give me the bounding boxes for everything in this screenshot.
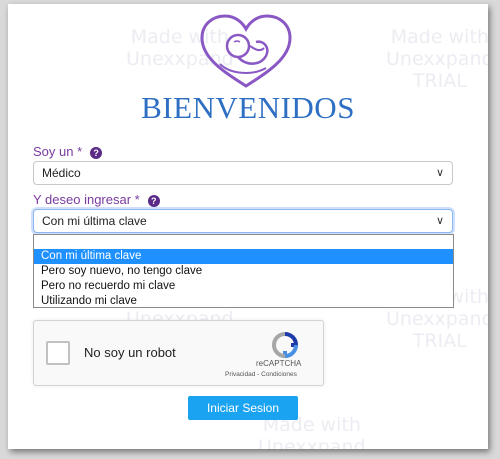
- dropdown-option[interactable]: Utilizando mi clave: [34, 294, 453, 309]
- recaptcha-logo-icon: [271, 332, 299, 359]
- recaptcha-widget: No soy un robot reCAPTCHA Privacidad - C…: [33, 320, 324, 386]
- help-icon[interactable]: ?: [147, 194, 160, 207]
- access-dropdown-list: Con mi última clave Pero soy nuevo, no t…: [33, 234, 454, 308]
- role-label: Soy un *?: [33, 144, 103, 159]
- login-window: Made with Unexxpand Made with Unexxpand TRI…: [8, 4, 488, 449]
- page-title: BIENVENIDOS: [141, 90, 355, 125]
- baby-heart-logo-icon: [200, 14, 292, 88]
- dropdown-option[interactable]: Pero no recuerdo mi clave: [34, 279, 453, 294]
- dropdown-blank-row: [34, 235, 453, 249]
- access-label: Y deseo ingresar *?: [33, 192, 160, 207]
- dropdown-option[interactable]: Pero soy nuevo, no tengo clave: [34, 264, 453, 279]
- login-button[interactable]: Iniciar Sesion: [188, 396, 298, 420]
- watermark: Made withUnexxpandTRIAL: [386, 26, 488, 92]
- chevron-down-icon: ∨: [435, 215, 444, 227]
- role-select[interactable]: Médico ∨: [33, 161, 453, 185]
- captcha-label: No soy un robot: [84, 345, 176, 360]
- access-select[interactable]: Con mi última clave ∨: [33, 209, 453, 233]
- captcha-brand: reCAPTCHA: [256, 359, 302, 368]
- captcha-links[interactable]: Privacidad - Condiciones: [225, 371, 297, 378]
- help-icon[interactable]: ?: [90, 146, 103, 159]
- dropdown-option[interactable]: Con mi última clave: [34, 249, 453, 264]
- chevron-down-icon: ∨: [435, 167, 444, 179]
- captcha-checkbox[interactable]: [46, 341, 70, 365]
